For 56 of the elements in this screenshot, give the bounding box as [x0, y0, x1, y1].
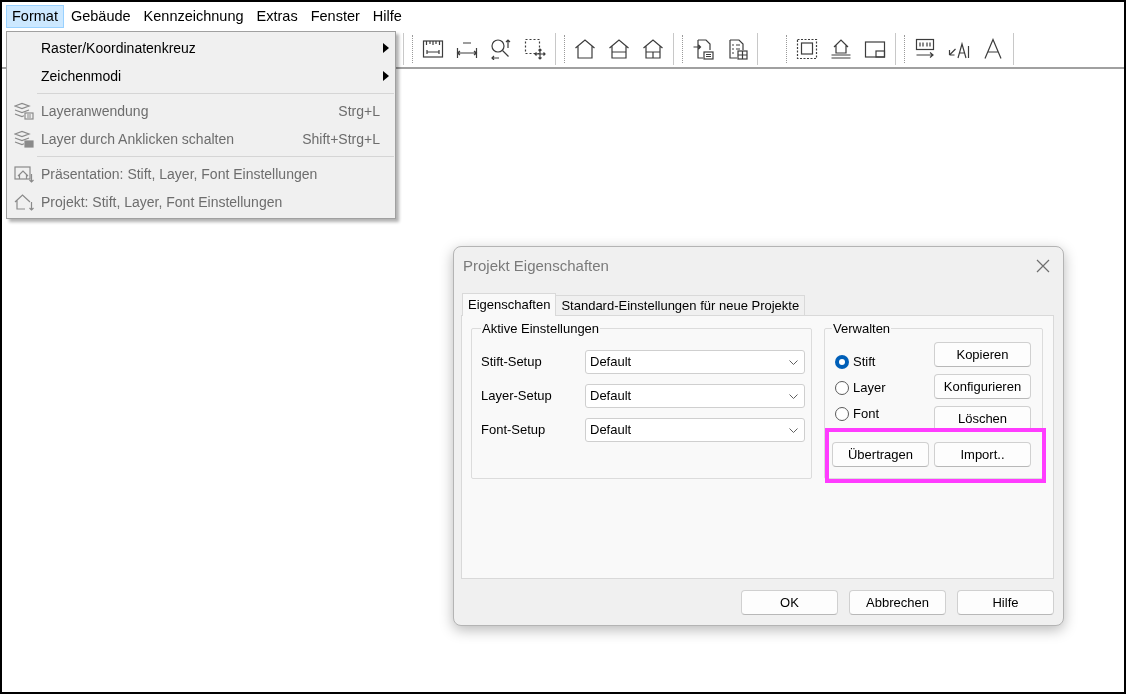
radio-button[interactable] — [835, 407, 849, 421]
layer-stack-block-icon — [14, 130, 34, 148]
document-checklist-icon[interactable] — [726, 38, 748, 60]
group-title: Verwalten — [832, 321, 892, 336]
zoom-measure-icon[interactable] — [490, 38, 512, 60]
font-icon[interactable] — [982, 38, 1004, 60]
chevron-down-icon — [789, 359, 798, 365]
radio-button[interactable] — [835, 381, 849, 395]
shortcut-label: Shift+Strg+L — [302, 129, 380, 149]
menu-item[interactable]: Zeichenmodi — [41, 65, 122, 87]
menu-bar-item[interactable]: Hilfe — [366, 5, 408, 28]
field-label: Font-Setup — [481, 421, 547, 440]
ruler-icon[interactable] — [422, 38, 444, 60]
document-import-icon[interactable] — [692, 38, 714, 60]
chevron-down-icon — [789, 393, 798, 399]
house-arrow-icon — [14, 193, 34, 211]
field-label: Layer-Setup — [481, 387, 553, 406]
menu-bar-item[interactable]: Extras — [250, 5, 304, 28]
setup-dropdown[interactable]: Default — [585, 418, 805, 442]
setup-dropdown[interactable]: Default — [585, 384, 805, 408]
number-box-icon[interactable] — [914, 38, 936, 60]
radio-label[interactable]: Layer — [853, 378, 886, 398]
dialog-button[interactable]: Abbrechen — [849, 590, 946, 615]
menu-bar-item[interactable]: Kennzeichnung — [137, 5, 250, 28]
dialog-button[interactable]: Import.. — [934, 442, 1031, 467]
submenu-arrow-icon — [383, 43, 389, 53]
menu-bar-item[interactable]: Gebäude — [64, 5, 137, 28]
dialog-button[interactable]: OK — [741, 590, 838, 615]
layer-stack-list-icon — [14, 102, 34, 120]
window-rect-icon[interactable] — [864, 38, 886, 60]
house-floor-icon[interactable] — [608, 38, 630, 60]
menu-bar-item[interactable]: Fenster — [304, 5, 366, 28]
radio-label[interactable]: Font — [853, 404, 879, 424]
field-label: Stift-Setup — [481, 353, 543, 372]
menu-item[interactable]: Raster/Koordinatenkreuz — [41, 37, 196, 59]
frame-copy-icon[interactable] — [796, 38, 818, 60]
house-icon[interactable] — [574, 38, 596, 60]
radio-label[interactable]: Stift — [853, 352, 876, 372]
frame-house-icon — [14, 165, 34, 183]
dialog-button[interactable]: Übertragen — [832, 442, 929, 467]
submenu-arrow-icon — [383, 71, 389, 81]
dialog-button[interactable]: Kopieren — [934, 342, 1031, 367]
radio-button[interactable] — [835, 355, 849, 369]
chevron-down-icon — [789, 427, 798, 433]
tab[interactable]: Standard-Einstellungen für neue Projekte — [555, 295, 806, 315]
setup-dropdown[interactable]: Default — [585, 350, 805, 374]
dialog-button[interactable]: Hilfe — [957, 590, 1054, 615]
house-base-icon[interactable] — [830, 38, 852, 60]
group-title: Aktive Einstellungen — [481, 321, 601, 336]
dialog-title: Projekt Eigenschaften — [463, 255, 609, 276]
tab[interactable]: Eigenschaften — [462, 293, 557, 316]
dialog-button[interactable]: Konfigurieren — [934, 374, 1031, 399]
menu-bar-item[interactable]: Format — [6, 5, 64, 28]
house-grid-icon[interactable] — [642, 38, 664, 60]
select-move-icon[interactable] — [524, 38, 546, 60]
shortcut-label: Strg+L — [338, 101, 380, 121]
